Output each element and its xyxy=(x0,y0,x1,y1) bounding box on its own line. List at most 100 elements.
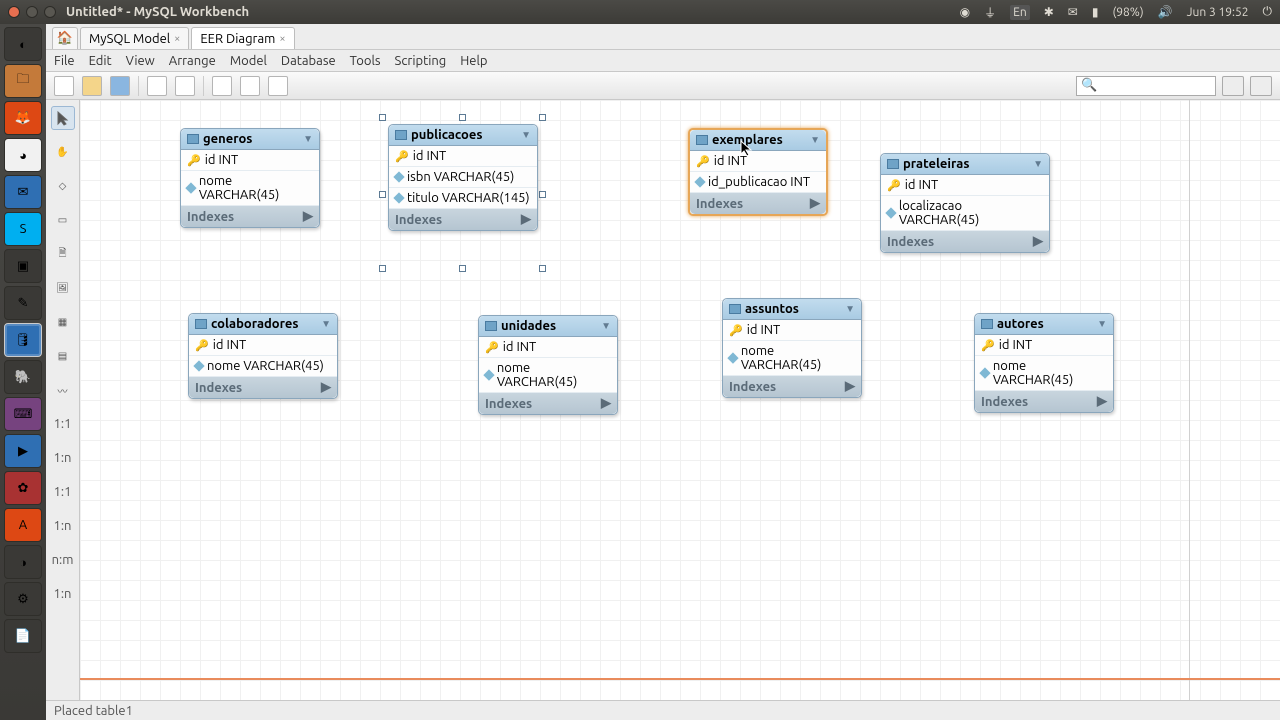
menu-help[interactable]: Help xyxy=(460,54,487,68)
panel-toggle-left[interactable] xyxy=(1222,76,1244,96)
menu-scripting[interactable]: Scripting xyxy=(395,54,447,68)
table-tool[interactable]: ▦ xyxy=(51,310,75,334)
redo-button[interactable] xyxy=(175,76,195,96)
resize-handle[interactable] xyxy=(379,114,386,121)
collapse-icon[interactable]: ▼ xyxy=(810,134,820,146)
menu-model[interactable]: Model xyxy=(230,54,267,68)
tool-button-1[interactable] xyxy=(212,76,232,96)
wifi-icon[interactable]: ⏚ xyxy=(984,4,996,21)
clock[interactable]: Jun 3 19:52 xyxy=(1187,6,1249,19)
expand-icon[interactable]: ▶ xyxy=(601,396,611,411)
pgadmin-icon[interactable]: 🐘 xyxy=(4,360,42,394)
table-prateleiras[interactable]: prateleiras▼ 🔑id INT localizacao VARCHAR… xyxy=(880,153,1050,253)
tab-close-icon[interactable]: × xyxy=(279,33,285,45)
relation-1-1-nonid[interactable]: 1:1 xyxy=(51,412,75,436)
hand-tool[interactable]: ✋ xyxy=(51,140,75,164)
collapse-icon[interactable]: ▼ xyxy=(303,133,313,145)
resize-handle[interactable] xyxy=(539,191,546,198)
volume-icon[interactable]: 🔊 xyxy=(1158,5,1173,19)
thunderbird-icon[interactable]: ✉ xyxy=(4,175,42,209)
tab-eer-diagram[interactable]: EER Diagram × xyxy=(191,27,294,49)
panel-toggle-right[interactable] xyxy=(1250,76,1272,96)
image-tool[interactable]: 🖼 xyxy=(51,276,75,300)
expand-icon[interactable]: ▶ xyxy=(1097,394,1107,409)
editor-icon[interactable]: ✎ xyxy=(4,286,42,320)
collapse-icon[interactable]: ▼ xyxy=(321,318,331,330)
save-file-button[interactable] xyxy=(110,76,130,96)
keyboard-lang[interactable]: En xyxy=(1010,5,1030,20)
undo-button[interactable] xyxy=(147,76,167,96)
expand-icon[interactable]: ▶ xyxy=(1033,234,1043,249)
relation-1-1-id[interactable]: 1:1 xyxy=(51,480,75,504)
expand-icon[interactable]: ▶ xyxy=(521,212,531,227)
table-publicacoes[interactable]: publicacoes▼ 🔑id INT isbn VARCHAR(45) ti… xyxy=(388,124,538,231)
relation-1-n-nonid[interactable]: 1:n xyxy=(51,446,75,470)
eraser-tool[interactable]: ◇ xyxy=(51,174,75,198)
expand-icon[interactable]: ▶ xyxy=(303,209,313,224)
window-close-button[interactable] xyxy=(8,6,20,18)
software-center-icon[interactable]: A xyxy=(4,508,42,542)
bluetooth-icon[interactable]: ✱ xyxy=(1044,5,1054,19)
collapse-icon[interactable]: ▼ xyxy=(521,129,531,141)
routine-tool[interactable]: 〰 xyxy=(51,378,75,402)
new-file-button[interactable] xyxy=(54,76,74,96)
table-exemplares[interactable]: exemplares▼ 🔑id INT id_publicacao INT In… xyxy=(688,128,828,216)
resize-handle[interactable] xyxy=(379,191,386,198)
menu-tools[interactable]: Tools xyxy=(350,54,381,68)
relation-n-m[interactable]: n:m xyxy=(51,548,75,572)
note-tool[interactable]: 🗎 xyxy=(51,242,75,266)
tab-close-icon[interactable]: × xyxy=(174,33,180,45)
settings-icon[interactable]: ⚙ xyxy=(4,582,42,616)
media-player-icon[interactable]: ▶ xyxy=(4,434,42,468)
resize-handle[interactable] xyxy=(379,265,386,272)
open-file-button[interactable] xyxy=(82,76,102,96)
collapse-icon[interactable]: ▼ xyxy=(601,320,611,332)
table-generos[interactable]: generos▼ 🔑id INT nome VARCHAR(45) Indexe… xyxy=(180,128,320,228)
table-assuntos[interactable]: assuntos▼ 🔑id INT nome VARCHAR(45) Index… xyxy=(722,298,862,398)
resize-handle[interactable] xyxy=(539,114,546,121)
mysql-workbench-icon[interactable]: 🛢 xyxy=(4,323,42,357)
expand-icon[interactable]: ▶ xyxy=(845,379,855,394)
eer-canvas[interactable]: generos▼ 🔑id INT nome VARCHAR(45) Indexe… xyxy=(80,100,1280,700)
mail-icon[interactable]: ✉ xyxy=(1068,5,1078,19)
expand-icon[interactable]: ▶ xyxy=(321,380,331,395)
table-autores[interactable]: autores▼ 🔑id INT nome VARCHAR(45) Indexe… xyxy=(974,313,1114,413)
session-icon[interactable]: ⏻ xyxy=(1263,5,1273,19)
collapse-icon[interactable]: ▼ xyxy=(1097,318,1107,330)
virtualbox-icon[interactable]: ▣ xyxy=(4,249,42,283)
relation-1-n-existing[interactable]: 1:n xyxy=(51,582,75,606)
skype-icon[interactable]: S xyxy=(4,212,42,246)
keyboard-icon[interactable]: ⌨ xyxy=(4,397,42,431)
search-input[interactable]: 🔍 xyxy=(1076,76,1216,96)
files-icon[interactable]: 🗀 xyxy=(4,64,42,98)
relation-1-n-id[interactable]: 1:n xyxy=(51,514,75,538)
menu-file[interactable]: File xyxy=(54,54,75,68)
resize-handle[interactable] xyxy=(459,114,466,121)
screencast-icon[interactable]: ◉ xyxy=(960,5,970,19)
resize-handle[interactable] xyxy=(459,265,466,272)
chrome-icon[interactable]: ◕ xyxy=(4,138,42,172)
battery-icon[interactable]: ▮ xyxy=(1092,5,1099,19)
view-tool[interactable]: ▤ xyxy=(51,344,75,368)
collapse-icon[interactable]: ▼ xyxy=(845,303,855,315)
menu-view[interactable]: View xyxy=(126,54,155,68)
select-tool[interactable] xyxy=(51,106,75,130)
color-picker-icon[interactable]: ◑ xyxy=(4,545,42,579)
menu-database[interactable]: Database xyxy=(281,54,336,68)
window-minimize-button[interactable] xyxy=(26,6,38,18)
libreoffice-icon[interactable]: 📄 xyxy=(4,619,42,653)
tool-button-3[interactable] xyxy=(268,76,288,96)
firefox-icon[interactable]: 🦊 xyxy=(4,101,42,135)
layer-tool[interactable]: ▭ xyxy=(51,208,75,232)
resize-handle[interactable] xyxy=(539,265,546,272)
tool-button-2[interactable] xyxy=(240,76,260,96)
table-colaboradores[interactable]: colaboradores▼ 🔑id INT nome VARCHAR(45) … xyxy=(188,313,338,399)
menu-arrange[interactable]: Arrange xyxy=(169,54,216,68)
dash-icon[interactable]: ◐ xyxy=(4,27,42,61)
collapse-icon[interactable]: ▼ xyxy=(1033,158,1043,170)
gimp-icon[interactable]: ✿ xyxy=(4,471,42,505)
window-maximize-button[interactable] xyxy=(44,6,56,18)
table-unidades[interactable]: unidades▼ 🔑id INT nome VARCHAR(45) Index… xyxy=(478,315,618,415)
menu-edit[interactable]: Edit xyxy=(89,54,112,68)
expand-icon[interactable]: ▶ xyxy=(810,196,820,211)
